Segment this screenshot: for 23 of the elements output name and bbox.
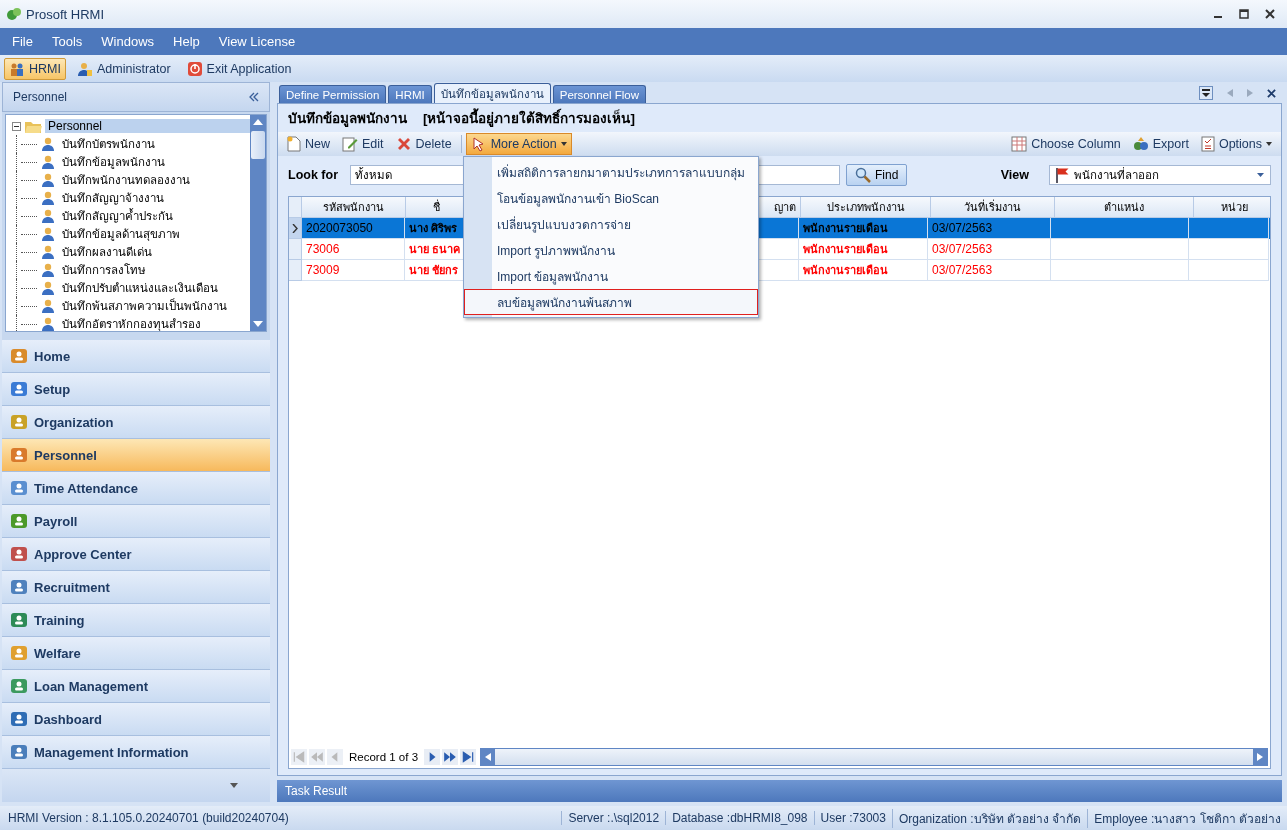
permission-note: [หน้าจอนี้อยู่ภายใต้สิทธิ์การมองเห็น] bbox=[423, 107, 635, 129]
view-label: View bbox=[1000, 168, 1029, 182]
status-item: Database :dbHRMI8_098 bbox=[665, 811, 814, 825]
table-cell: พนักงานรายเดือน bbox=[799, 218, 928, 239]
table-cell: 2020073050 bbox=[302, 218, 405, 239]
table-cell: 73006 bbox=[302, 239, 405, 260]
version-text: HRMI Version : 8.1.105.0.20240701 (build20240704) bbox=[7, 811, 290, 825]
status-item: Server :.\sql2012 bbox=[561, 811, 666, 825]
status-item: Employee :นางสาว โชติกา ตัวอย่าง bbox=[1087, 808, 1287, 828]
table-cell: 73009 bbox=[302, 260, 405, 281]
table-cell: 03/07/2563 bbox=[928, 218, 1051, 239]
status-item: Organization :บริษัท ตัวอย่าง จำกัด bbox=[891, 808, 1088, 828]
search-label: Look for bbox=[288, 168, 338, 182]
table-cell: พนักงานรายเดือน bbox=[799, 239, 928, 260]
record-counter: Record 1 of 3 bbox=[348, 751, 420, 763]
status-item: User :73003 bbox=[813, 811, 892, 825]
sidebar-title: Personnel bbox=[13, 90, 68, 104]
table-cell: 03/07/2563 bbox=[928, 239, 1051, 260]
task-result-title: Task Result bbox=[285, 784, 348, 798]
table-cell: 03/07/2563 bbox=[928, 260, 1051, 281]
page-title: บันทึกข้อมูลพนักงาน bbox=[288, 110, 407, 129]
window-title: Prosoft HRMI bbox=[26, 6, 104, 22]
table-cell: พนักงานรายเดือน bbox=[799, 260, 928, 281]
